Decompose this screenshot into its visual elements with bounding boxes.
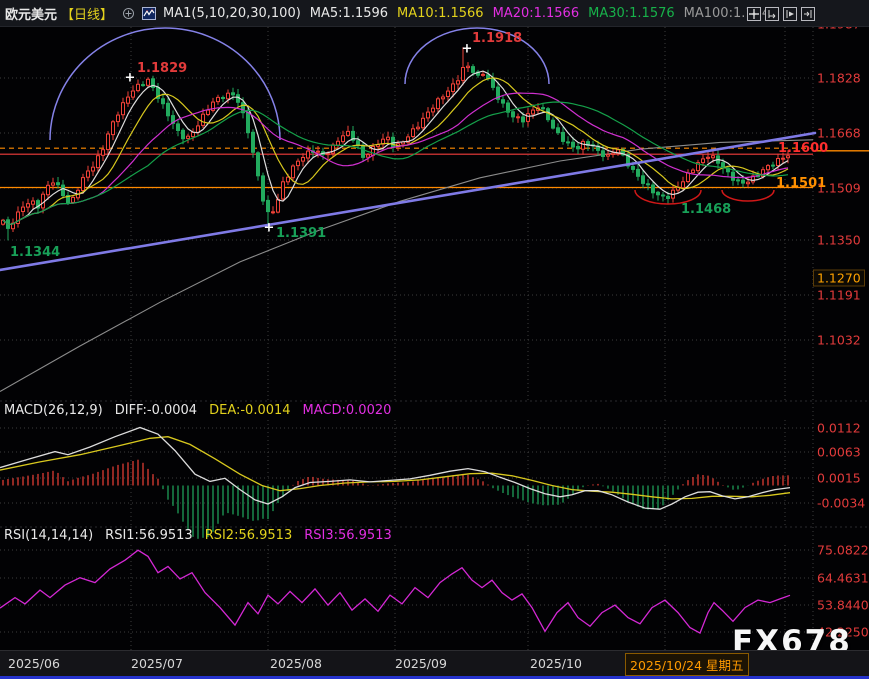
time-axis[interactable]: 2025/06 2025/07 2025/08 2025/09 2025/10 2025… xyxy=(0,650,869,677)
axis-tick-label: 1.1828 xyxy=(817,71,861,86)
macd-title[interactable]: MACD(26,12,9) xyxy=(4,403,103,418)
rsi-panel-header: RSI(14,14,14) RSI1:56.9513 RSI2:56.9513 … xyxy=(4,528,392,543)
price-annotation: 1.1391 xyxy=(276,226,326,241)
time-tick-label: 2025/06 xyxy=(8,656,60,671)
axis-tick-label: 53.8440 xyxy=(817,598,869,613)
trading-app-window: 欧元美元 【日线】 MA1(5,10,20,30,100) MA5:1.1596… xyxy=(0,0,869,679)
axis-tick-label: 0.0015 xyxy=(817,471,861,486)
scale-x-axis-icon[interactable] xyxy=(783,7,797,21)
chart-canvas[interactable] xyxy=(0,0,869,679)
rsi1-value: RSI1:56.9513 xyxy=(105,528,193,543)
macd-panel-header: MACD(26,12,9) DIFF:-0.0004 DEA:-0.0014 M… xyxy=(4,403,391,418)
rsi3-value: RSI3:56.9513 xyxy=(304,528,392,543)
cross-marker-icon: + xyxy=(462,42,473,57)
ma5-value: MA5:1.1596 xyxy=(310,6,388,21)
cross-marker-icon: + xyxy=(264,221,275,236)
circle-plus-icon[interactable] xyxy=(122,7,135,20)
mini-chart-icon[interactable] xyxy=(142,7,156,20)
ma20-value: MA20:1.1566 xyxy=(493,6,580,21)
axis-tick-label: 0.0063 xyxy=(817,445,861,460)
rsi2-value: RSI2:56.9513 xyxy=(205,528,293,543)
ma100-line xyxy=(0,140,813,392)
rsi-line xyxy=(0,550,790,633)
crosshair-icon[interactable] xyxy=(747,7,761,21)
period-label[interactable]: 【日线】 xyxy=(61,4,113,23)
rsi-title[interactable]: RSI(14,14,14) xyxy=(4,528,93,543)
last-price-badge: 1.1270 xyxy=(813,270,865,287)
price-annotation: 1.1600 xyxy=(778,141,828,156)
axis-tick-label: 64.4631 xyxy=(817,571,869,586)
axis-tick-label: 1.1668 xyxy=(817,126,861,141)
axis-tick-label: 75.0822 xyxy=(817,543,869,558)
ma10-value: MA10:1.1566 xyxy=(397,6,484,21)
chart-header: 欧元美元 【日线】 MA1(5,10,20,30,100) MA5:1.1596… xyxy=(0,0,869,27)
price-annotation: 1.1344 xyxy=(10,245,60,260)
time-tick-label: 2025/10 xyxy=(530,656,582,671)
price-annotation: 1.1468 xyxy=(681,202,731,217)
price-annotation: 1.1918 xyxy=(472,31,522,46)
horizontal-levels xyxy=(0,148,869,187)
price-annotation: 1.1501 xyxy=(776,176,826,191)
scale-y-axis-icon[interactable] xyxy=(765,7,779,21)
cross-marker-icon: + xyxy=(125,71,136,86)
macd-diff-value: DIFF:-0.0004 xyxy=(115,403,197,418)
price-annotation: 1.1829 xyxy=(137,61,187,76)
pan-right-icon[interactable] xyxy=(801,7,815,21)
macd-macd-value: MACD:0.0020 xyxy=(303,403,392,418)
axis-tick-label: -0.0034 xyxy=(817,496,865,511)
axis-tick-label: 1.1032 xyxy=(817,333,861,348)
current-date-badge: 2025/10/24 星期五 xyxy=(625,653,749,676)
time-tick-label: 2025/08 xyxy=(270,656,322,671)
gridlines xyxy=(0,24,813,650)
axis-tick-label: 0.0112 xyxy=(817,421,861,436)
symbol-title: 欧元美元 xyxy=(5,4,57,23)
ma30-value: MA30:1.1576 xyxy=(588,6,675,21)
axis-tick-label: 1.1350 xyxy=(817,233,861,248)
time-tick-label: 2025/09 xyxy=(395,656,447,671)
ma-settings-label[interactable]: MA1(5,10,20,30,100) xyxy=(163,6,301,21)
axis-tick-label: 1.1191 xyxy=(817,288,861,303)
time-tick-label: 2025/07 xyxy=(131,656,183,671)
macd-dea-value: DEA:-0.0014 xyxy=(209,403,290,418)
chart-toolbar xyxy=(747,7,815,21)
